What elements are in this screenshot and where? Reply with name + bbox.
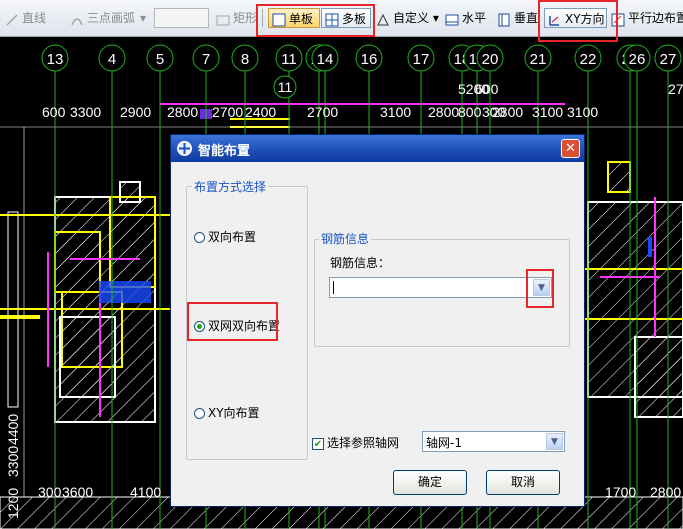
custom-icon	[376, 12, 390, 26]
dimension-text: 2800	[428, 104, 459, 120]
close-icon: ✕	[565, 141, 576, 156]
cancel-button[interactable]: 取消	[486, 470, 560, 495]
axis-label: 21	[530, 51, 547, 68]
dimension-text: 2800	[650, 484, 681, 500]
axis-label: 11	[281, 51, 297, 68]
dimension-text: 3300	[5, 446, 21, 477]
ref-axis-label: 选择参照轴网	[327, 436, 400, 450]
dimension-text: 2700	[212, 104, 243, 120]
axis-label: 27	[660, 51, 677, 68]
custom-label: 自定义	[393, 11, 430, 25]
axis-label: 4	[108, 51, 116, 68]
axis-label: 7	[202, 51, 210, 68]
custom-dropdown-arrow[interactable]: ▾	[429, 11, 439, 25]
dimension-text: 1700	[605, 484, 636, 500]
custom-tool[interactable]: 自定义 ▾	[376, 7, 439, 29]
arc-param-input[interactable]	[154, 8, 209, 28]
axis-net-dropdown-button[interactable]: ▼	[546, 433, 563, 450]
axis-label: 5	[156, 51, 164, 68]
dimension-text: 800	[458, 104, 482, 120]
horizontal-tool[interactable]: 水平	[445, 7, 486, 29]
highlight-double-net-option	[187, 302, 278, 341]
rect-icon	[216, 12, 230, 26]
dimension-text: 4100	[130, 484, 161, 500]
axis-label: 20	[482, 51, 499, 68]
radio-circle	[194, 408, 205, 419]
arc-dropdown-arrow[interactable]: ▾	[140, 7, 146, 29]
parallel-edge-label: 平行边布置	[628, 11, 683, 25]
dimension-text: 3100	[380, 104, 411, 120]
ok-button[interactable]: 确定	[393, 470, 467, 495]
axis-label: 8	[241, 51, 249, 68]
radio-two-way[interactable]: 双向布置	[194, 228, 256, 245]
axis-label: 13	[47, 51, 64, 68]
axis-net-value: 轴网-1	[426, 436, 462, 450]
rebar-info-group-label: 钢筋信息	[319, 230, 372, 247]
dimension-text: 2400	[245, 104, 276, 120]
arc-tool[interactable]: 三点画弧	[70, 7, 135, 29]
dimension-text: 3300	[70, 104, 101, 120]
dimension-text: 300	[38, 484, 62, 500]
rect-label: 矩形	[233, 11, 258, 25]
arc-label: 三点画弧	[87, 11, 136, 25]
dimension-text: 3100	[532, 104, 563, 120]
highlight-rebar-dropdown	[526, 269, 554, 308]
smart-layout-dialog: 智能布置 ✕ 布置方式选择 双向布置 双网双向布置 XY向布置 钢筋信息 钢筋信…	[170, 134, 585, 507]
highlight-slab-buttons	[256, 4, 375, 37]
axis-label: 16	[361, 51, 378, 68]
parallel-edge-tool[interactable]: 平行边布置	[611, 7, 683, 29]
close-button[interactable]: ✕	[561, 139, 580, 158]
radio-xy-label: XY向布置	[208, 406, 260, 420]
axis-label: 26	[629, 51, 646, 68]
horizontal-icon	[445, 12, 459, 26]
axis-label-sub: 11	[278, 79, 293, 95]
axis-net-select[interactable]: 轴网-1 ▼	[422, 431, 565, 452]
vertical-icon	[497, 12, 511, 26]
left-structure	[0, 181, 170, 423]
dimension-text: 2800	[167, 104, 198, 120]
dimension-text: 600	[475, 81, 499, 97]
chevron-down-icon: ▼	[551, 437, 558, 447]
line-icon	[5, 12, 19, 26]
radio-xy[interactable]: XY向布置	[194, 404, 260, 421]
line-tool[interactable]: 直线	[5, 7, 46, 29]
dimension-text: 4400	[5, 414, 21, 445]
axis-label: 17	[413, 51, 430, 68]
axis-label: 22	[580, 51, 597, 68]
horizontal-label: 水平	[462, 11, 487, 25]
vertical-label: 垂直	[514, 11, 539, 25]
line-label: 直线	[22, 11, 47, 25]
text-cursor	[333, 281, 334, 294]
axis-label: 14	[317, 51, 334, 68]
layout-mode-group-label: 布置方式选择	[192, 178, 269, 195]
checkbox-check-icon: ✔	[312, 437, 324, 450]
app-icon	[177, 141, 192, 159]
radio-two-way-label: 双向布置	[208, 230, 257, 244]
ref-axis-checkbox[interactable]: ✔ 选择参照轴网	[312, 434, 399, 451]
dimension-text: 600	[42, 104, 66, 120]
rebar-info-combobox[interactable]: ▼	[329, 277, 552, 298]
dimension-text: 2800	[492, 104, 523, 120]
dimension-text: 2900	[120, 104, 151, 120]
dialog-titlebar[interactable]: 智能布置 ✕	[171, 135, 584, 162]
highlight-xy-button	[538, 0, 618, 42]
dialog-title: 智能布置	[198, 144, 251, 159]
rect-tool[interactable]: 矩形	[216, 7, 257, 29]
dimension-text: 2700	[307, 104, 338, 120]
dimension-text: 27	[668, 81, 683, 97]
dimension-text: 3100	[567, 104, 598, 120]
dimension-text: 3600	[62, 484, 93, 500]
dimension-text: 1200	[5, 488, 21, 519]
vertical-tool[interactable]: 垂直	[497, 7, 538, 29]
arc-icon	[70, 12, 84, 26]
radio-circle	[194, 232, 205, 243]
rebar-info-label: 钢筋信息：	[330, 256, 391, 270]
